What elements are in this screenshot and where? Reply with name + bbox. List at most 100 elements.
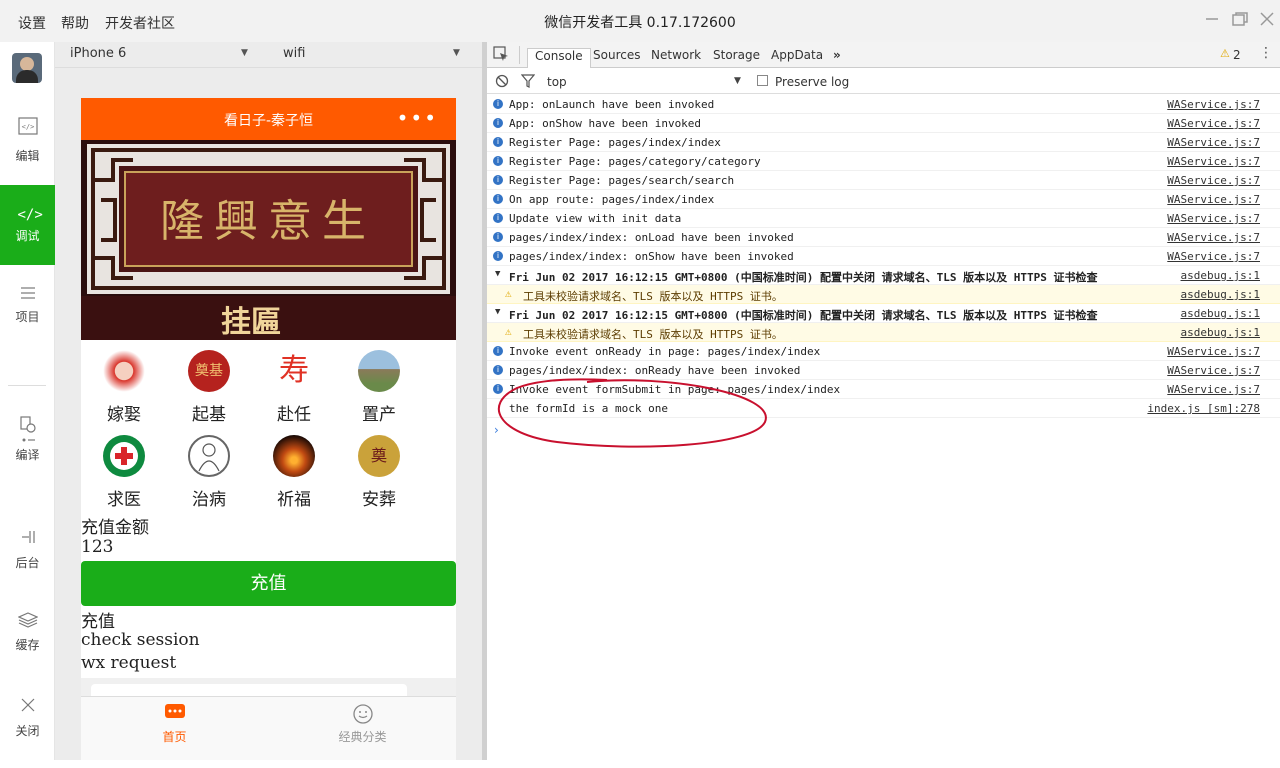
sage-icon [188,435,230,477]
source-link[interactable]: WAService.js:7 [1167,250,1260,263]
tab-categories[interactable]: 经典分类 [269,703,456,745]
source-link[interactable]: WAService.js:7 [1167,174,1260,187]
console-row: i Invoke event onReady in page: pages/ind… [487,342,1280,361]
chat-icon [164,704,185,718]
console-filter-bar: top ▼ Preserve log [487,68,1280,94]
search-input[interactable] [91,684,407,696]
preserve-log-label: Preserve log [775,75,850,89]
grid-item-blessing[interactable]: 祈福 [251,435,337,510]
search-bar[interactable] [81,678,456,696]
source-link[interactable]: WAService.js:7 [1167,98,1260,111]
close-window-icon[interactable] [1256,10,1278,32]
expand-group-icon[interactable]: ▼ [495,269,500,279]
chevron-down-icon[interactable]: ▼ [734,76,741,86]
sidebar-item-compile[interactable]: 编译 [0,404,55,484]
network-select[interactable]: wifi [283,46,305,61]
sidebar-item-label: 缓存 [15,638,40,652]
grid-label: 安葬 [362,490,396,510]
sidebar-item-cache[interactable]: 缓存 [0,602,55,682]
source-link[interactable]: asdebug.js:1 [1181,307,1260,320]
tab-sources[interactable]: Sources [593,48,640,62]
tab-console[interactable]: Console [527,48,591,68]
sidebar-item-debug[interactable]: </> 调试 [0,185,55,265]
avatar[interactable] [12,53,42,83]
source-link[interactable]: WAService.js:7 [1167,383,1260,396]
info-icon: i [493,213,503,223]
context-select[interactable]: top [547,75,567,89]
device-select[interactable]: iPhone 6 [70,46,126,61]
grid-item-seek-doctor[interactable]: 求医 [81,435,167,510]
preserve-log-checkbox[interactable] [757,75,768,86]
recharge-text: 充值 [81,612,115,632]
console-message: Register Page: pages/index/index [509,136,721,149]
source-link[interactable]: index.js [sm]:278 [1147,402,1260,415]
source-link[interactable]: WAService.js:7 [1167,212,1260,225]
svg-text:挂匾: 挂匾 [221,305,281,340]
more-tabs-icon[interactable]: » [833,48,841,62]
warning-count[interactable]: 2 [1233,48,1241,62]
tab-network[interactable]: Network [651,48,701,62]
source-link[interactable]: asdebug.js:1 [1181,326,1260,339]
source-link[interactable]: WAService.js:7 [1167,364,1260,377]
kebab-menu-icon[interactable]: ⋮ [1259,45,1273,61]
sidebar-item-background[interactable]: 后台 [0,518,55,598]
grid-item-marriage[interactable]: 嫁娶 [81,350,167,425]
recharge-button[interactable]: 充值 [81,561,456,606]
layers-icon [17,612,38,632]
grid-item-property[interactable]: 置产 [336,350,422,425]
grid-item-foundation[interactable]: 奠基 起基 [166,350,252,425]
house-icon [358,350,400,392]
sidebar-item-label: 项目 [15,310,40,324]
check-session-text: check session [81,630,200,650]
source-link[interactable]: asdebug.js:1 [1181,288,1260,301]
grid-item-take-office[interactable]: 寿 赴任 [251,350,337,425]
code-icon: </> [17,117,38,137]
annotation-ellipse [497,378,767,448]
medical-cross-icon [103,435,145,477]
tab-home[interactable]: 首页 [81,703,268,745]
source-link[interactable]: asdebug.js:1 [1181,269,1260,282]
left-sidebar: </> 编辑 </> 调试 项目 编译 后台 缓存 关闭 [0,42,55,760]
sidebar-item-label: 编辑 [15,149,40,163]
expand-group-icon[interactable]: ▼ [495,307,500,317]
amount-input[interactable]: 123 [81,537,113,557]
warning-icon: ⚠ [505,287,512,300]
debug-icon: </> [17,207,43,223]
chevron-down-icon[interactable]: ▼ [241,48,248,58]
console-row: i Update view with init data WAService.js:… [487,209,1280,228]
console-message: App: onLaunch have been invoked [509,98,715,111]
banner-image[interactable]: 隆興意生 挂匾 [81,140,456,340]
console-row: i Register Page: pages/index/index WAServi… [487,133,1280,152]
sidebar-item-label: 调试 [15,229,40,243]
grid-label: 赴任 [277,405,311,425]
chevron-down-icon[interactable]: ▼ [453,48,460,58]
more-icon[interactable]: ••• [397,106,438,130]
source-link[interactable]: WAService.js:7 [1167,136,1260,149]
tab-storage[interactable]: Storage [713,48,760,62]
filter-icon[interactable] [520,74,536,91]
clear-console-icon[interactable] [495,74,509,91]
source-link[interactable]: WAService.js:7 [1167,231,1260,244]
console-message: pages/index/index: onLoad have been invo… [509,231,794,244]
minimize-icon[interactable] [1201,10,1223,32]
inspect-icon[interactable] [493,46,509,65]
grid-item-burial[interactable]: 奠 安葬 [336,435,422,510]
source-link[interactable]: WAService.js:7 [1167,117,1260,130]
console-row: ⚠ 工具未校验请求域名、TLS 版本以及 HTTPS 证书。 asdebug.js:… [487,323,1280,342]
tab-appdata[interactable]: AppData [771,48,823,62]
toolbar-divider [519,46,520,64]
source-link[interactable]: WAService.js:7 [1167,193,1260,206]
console-message: Fri Jun 02 2017 16:12:15 GMT+0800 (中国标准时… [509,271,1098,284]
grid-item-treatment[interactable]: 治病 [166,435,252,510]
info-icon: i [493,251,503,261]
sidebar-item-project[interactable]: 项目 [0,270,55,350]
warning-icon[interactable]: ⚠ [1220,47,1230,60]
sidebar-item-close[interactable]: 关闭 [0,688,55,768]
mini-app-navbar: 看日子-秦子恒 ••• [81,98,456,140]
console-row: ⚠ 工具未校验请求域名、TLS 版本以及 HTTPS 证书。 asdebug.js:… [487,285,1280,304]
source-link[interactable]: WAService.js:7 [1167,345,1260,358]
source-link[interactable]: WAService.js:7 [1167,155,1260,168]
info-icon: i [493,175,503,185]
maximize-icon[interactable] [1229,10,1251,32]
sidebar-item-edit[interactable]: </> 编辑 [0,105,55,185]
